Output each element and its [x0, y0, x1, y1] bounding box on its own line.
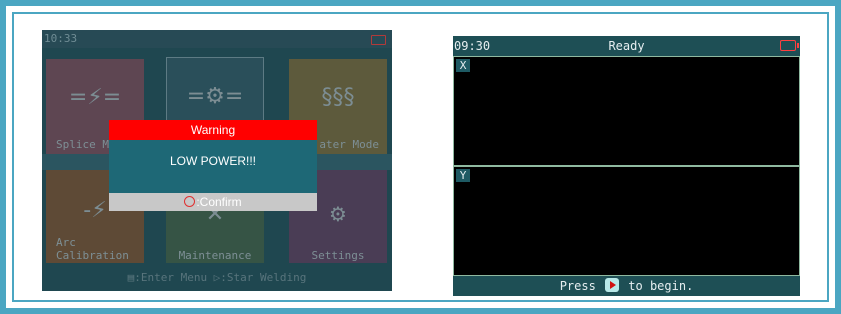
tile-label: Calibration — [56, 249, 129, 262]
camera-view-x: X — [453, 56, 800, 166]
confirm-label: :Confirm — [196, 195, 242, 209]
tile-label: Maintenance — [178, 249, 252, 262]
status-bar: 09:30 Ready — [453, 36, 800, 56]
fiber-icon: =⚙= — [186, 84, 244, 109]
footer-hint: Press to begin. — [453, 276, 800, 296]
play-icon — [605, 278, 620, 292]
circle-button-icon — [184, 196, 196, 207]
y-axis-label: Y — [456, 169, 470, 182]
splice-icon: =⚡= — [68, 85, 122, 110]
battery-icon — [371, 35, 386, 45]
heater-icon: §§§ — [321, 85, 355, 110]
footer-suffix: to begin. — [628, 279, 694, 293]
tile-label: Settings — [311, 249, 365, 262]
status-bar: 10:33 — [42, 30, 392, 48]
bottom-hint: ▤:Enter Menu ▷:Star Welding — [127, 271, 307, 284]
battery-icon — [780, 40, 799, 51]
status-text: Ready — [608, 39, 645, 53]
right-device-screen: 09:30 Ready X Y Press to begin. — [453, 36, 800, 296]
tile-label: Arc — [56, 236, 76, 249]
camera-view-y: Y — [453, 166, 800, 276]
x-axis-label: X — [456, 59, 470, 72]
dialog-title: Warning — [109, 120, 317, 140]
dialog-message: LOW POWER!!! — [109, 140, 317, 193]
footer-prefix: Press — [559, 279, 596, 293]
left-device-screen: 10:33 =⚡= Splice M =⚙= §§§ ater Mode -⚡ … — [42, 30, 392, 291]
clock: 10:33 — [44, 32, 78, 45]
confirm-button[interactable]: :Confirm — [109, 193, 317, 211]
